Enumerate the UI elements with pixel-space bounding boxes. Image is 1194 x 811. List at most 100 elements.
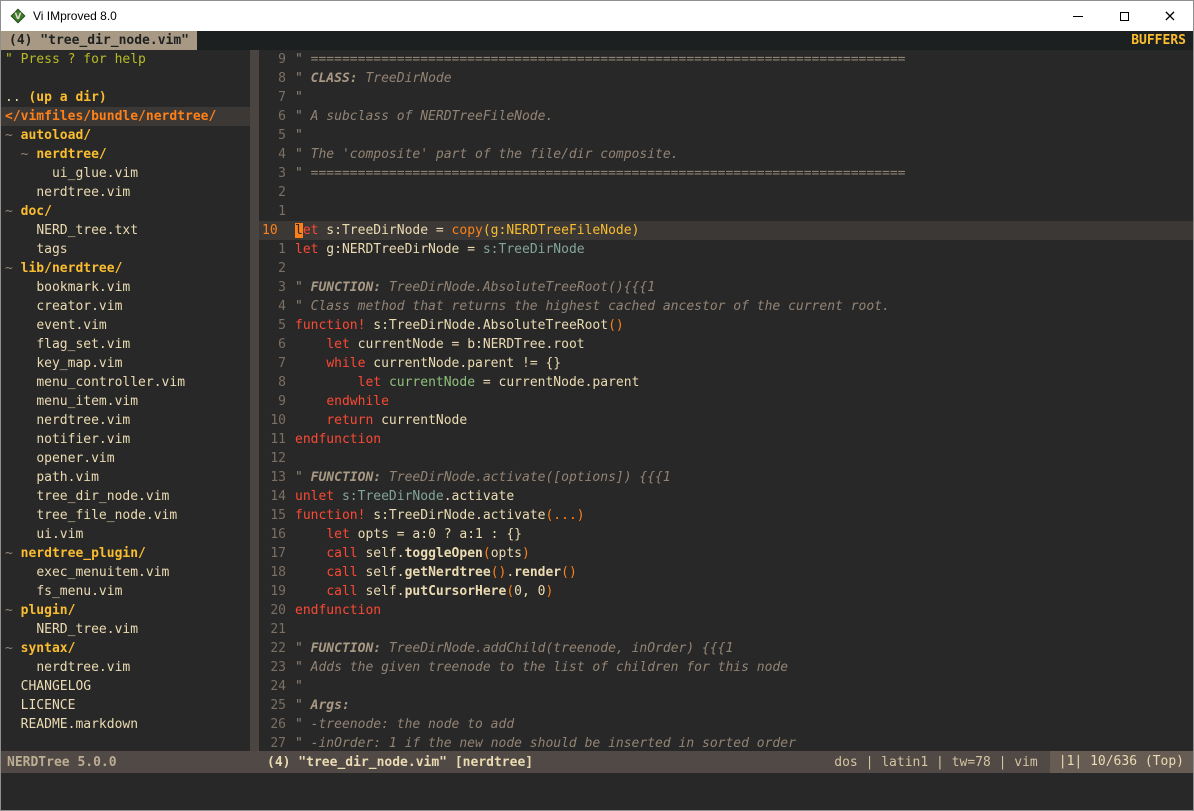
editor-line[interactable]: 17 call self.toggleOpen(opts) (259, 544, 1193, 563)
close-button[interactable]: × (1147, 1, 1193, 31)
nerdtree-line[interactable]: .. (up a dir) (1, 88, 250, 107)
line-number: 1 (259, 240, 295, 259)
nerdtree-line[interactable]: menu_item.vim (1, 392, 250, 411)
editor-line[interactable]: 23" Adds the given treenode to the list … (259, 658, 1193, 677)
nerdtree-line[interactable] (1, 69, 250, 88)
editor-line[interactable]: 13" FUNCTION: TreeDirNode.activate([opti… (259, 468, 1193, 487)
statusline: NERDTree 5.0.0 (4) "tree_dir_node.vim" [… (1, 751, 1193, 773)
editor-line[interactable]: 10 return currentNode (259, 411, 1193, 430)
nerdtree-line[interactable]: NERD_tree.vim (1, 620, 250, 639)
nerdtree-line[interactable]: ui.vim (1, 525, 250, 544)
line-number: 8 (259, 69, 295, 88)
line-number: 3 (259, 278, 295, 297)
editor-line[interactable]: 3" =====================================… (259, 164, 1193, 183)
line-number: 3 (259, 164, 295, 183)
vertical-split-handle[interactable] (250, 50, 259, 751)
nerdtree-line[interactable]: ~ plugin/ (1, 601, 250, 620)
nerdtree-line[interactable]: creator.vim (1, 297, 250, 316)
vim-window: V Vi IMproved 8.0 × (4) "tree_dir_node.v… (0, 0, 1194, 811)
editor-line[interactable]: 2 (259, 183, 1193, 202)
nerdtree-line[interactable]: NERD_tree.txt (1, 221, 250, 240)
editor-line[interactable]: 21 (259, 620, 1193, 639)
nerdtree-line[interactable]: </vimfiles/bundle/nerdtree/ (1, 107, 250, 126)
window-title: Vi IMproved 8.0 (33, 9, 117, 23)
nerdtree-line[interactable]: key_map.vim (1, 354, 250, 373)
nerdtree-line[interactable]: ui_glue.vim (1, 164, 250, 183)
line-number: 23 (259, 658, 295, 677)
editor-panel: 9" =====================================… (259, 50, 1193, 751)
line-number: 25 (259, 696, 295, 715)
editor-line[interactable]: 5" (259, 126, 1193, 145)
editor-line[interactable]: 3" FUNCTION: TreeDirNode.AbsoluteTreeRoo… (259, 278, 1193, 297)
close-icon: × (1163, 8, 1176, 24)
nerdtree-line[interactable]: bookmark.vim (1, 278, 250, 297)
editor-line[interactable]: 1let g:NERDTreeDirNode = s:TreeDirNode (259, 240, 1193, 259)
maximize-button[interactable] (1101, 1, 1147, 31)
editor-line[interactable]: 7 while currentNode.parent != {} (259, 354, 1193, 373)
editor-line[interactable]: 20endfunction (259, 601, 1193, 620)
editor-line[interactable]: 14unlet s:TreeDirNode.activate (259, 487, 1193, 506)
editor-line[interactable]: 24" (259, 677, 1193, 696)
editor-line[interactable]: 9 endwhile (259, 392, 1193, 411)
editor-line[interactable]: 8" CLASS: TreeDirNode (259, 69, 1193, 88)
nerdtree-line[interactable]: ~ nerdtree/ (1, 145, 250, 164)
nerdtree-line[interactable]: " Press ? for help (1, 50, 250, 69)
editor-line[interactable]: 4" Class method that returns the highest… (259, 297, 1193, 316)
minimize-button[interactable] (1055, 1, 1101, 31)
line-number: 6 (259, 335, 295, 354)
nerdtree-line[interactable]: path.vim (1, 468, 250, 487)
editor-line[interactable]: 22" FUNCTION: TreeDirNode.addChild(treen… (259, 639, 1193, 658)
editor-line[interactable]: 9" =====================================… (259, 50, 1193, 69)
tab-current[interactable]: (4) "tree_dir_node.vim" (1, 31, 197, 50)
tabline: (4) "tree_dir_node.vim" BUFFERS (1, 31, 1193, 50)
editor-line[interactable]: 6 let currentNode = b:NERDTree.root (259, 335, 1193, 354)
line-number: 19 (259, 582, 295, 601)
editor-line[interactable]: 26" -treenode: the node to add (259, 715, 1193, 734)
nerdtree-line[interactable]: ~ autoload/ (1, 126, 250, 145)
nerdtree-line[interactable]: menu_controller.vim (1, 373, 250, 392)
nerdtree-line[interactable]: nerdtree.vim (1, 658, 250, 677)
editor-line[interactable]: 10let s:TreeDirNode = copy(g:NERDTreeFil… (259, 221, 1193, 240)
editor-line[interactable]: 1 (259, 202, 1193, 221)
editor-line[interactable]: 18 call self.getNerdtree().render() (259, 563, 1193, 582)
editor-line[interactable]: 27" -inOrder: 1 if the new node should b… (259, 734, 1193, 751)
editor-line[interactable]: 7" (259, 88, 1193, 107)
nerdtree-line[interactable]: ~ nerdtree_plugin/ (1, 544, 250, 563)
nerdtree-line[interactable]: fs_menu.vim (1, 582, 250, 601)
nerdtree-line[interactable]: LICENCE (1, 696, 250, 715)
nerdtree-line[interactable]: ~ lib/nerdtree/ (1, 259, 250, 278)
nerdtree-line[interactable]: flag_set.vim (1, 335, 250, 354)
main-area: " Press ? for help .. (up a dir)</vimfile… (1, 50, 1193, 751)
nerdtree-line[interactable]: tags (1, 240, 250, 259)
nerdtree-line[interactable]: tree_dir_node.vim (1, 487, 250, 506)
editor-line[interactable]: 2 (259, 259, 1193, 278)
command-line (1, 773, 1193, 810)
editor-line[interactable]: 16 let opts = a:0 ? a:1 : {} (259, 525, 1193, 544)
nerdtree-line[interactable]: opener.vim (1, 449, 250, 468)
editor-line[interactable]: 8 let currentNode = currentNode.parent (259, 373, 1193, 392)
line-number: 12 (259, 449, 295, 468)
nerdtree-line[interactable]: README.markdown (1, 715, 250, 734)
line-number: 21 (259, 620, 295, 639)
line-number: 15 (259, 506, 295, 525)
nerdtree-line[interactable]: CHANGELOG (1, 677, 250, 696)
editor-line[interactable]: 5function! s:TreeDirNode.AbsoluteTreeRoo… (259, 316, 1193, 335)
editor-line[interactable]: 19 call self.putCursorHere(0, 0) (259, 582, 1193, 601)
nerdtree-line[interactable]: nerdtree.vim (1, 183, 250, 202)
window-controls: × (1055, 1, 1193, 31)
editor-line[interactable]: 15function! s:TreeDirNode.activate(...) (259, 506, 1193, 525)
nerdtree-line[interactable]: event.vim (1, 316, 250, 335)
editor-line[interactable]: 4" The 'composite' part of the file/dir … (259, 145, 1193, 164)
editor-line[interactable]: 11endfunction (259, 430, 1193, 449)
nerdtree-line[interactable]: ~ syntax/ (1, 639, 250, 658)
nerdtree-line[interactable]: notifier.vim (1, 430, 250, 449)
nerdtree-line[interactable]: ~ doc/ (1, 202, 250, 221)
editor-line[interactable]: 12 (259, 449, 1193, 468)
nerdtree-line[interactable]: nerdtree.vim (1, 411, 250, 430)
nerdtree-panel: " Press ? for help .. (up a dir)</vimfile… (1, 50, 250, 751)
editor-line[interactable]: 25" Args: (259, 696, 1193, 715)
nerdtree-line[interactable]: tree_file_node.vim (1, 506, 250, 525)
line-number: 24 (259, 677, 295, 696)
editor-line[interactable]: 6" A subclass of NERDTreeFileNode. (259, 107, 1193, 126)
nerdtree-line[interactable]: exec_menuitem.vim (1, 563, 250, 582)
